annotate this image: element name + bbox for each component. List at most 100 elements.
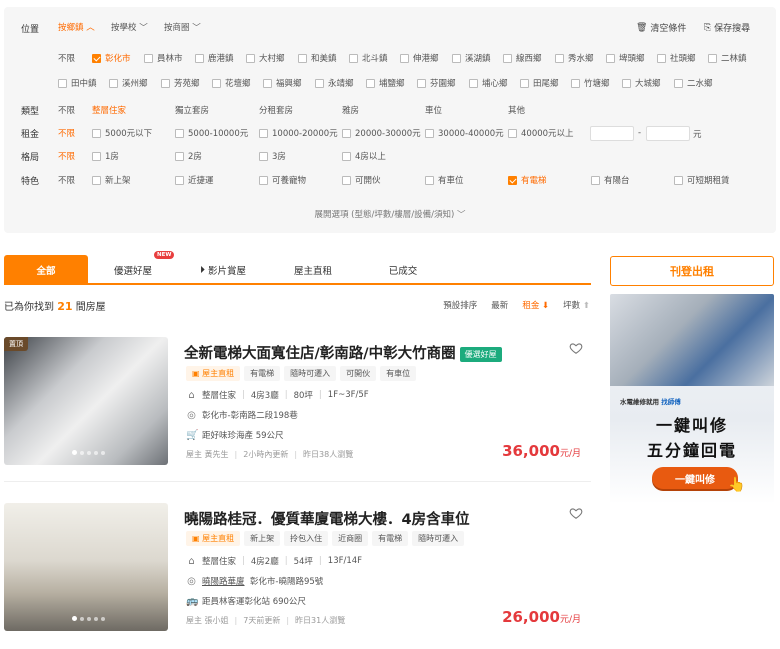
mode-by-township[interactable]: 按鄉鎮 ︿ [58, 21, 95, 33]
checkbox[interactable] [366, 78, 375, 88]
loc-row1-option[interactable]: 不限 [58, 52, 75, 64]
loc-row2-option[interactable]: 福興鄉 [263, 77, 302, 89]
checkbox[interactable] [342, 175, 351, 185]
loc-row1-option[interactable]: 社頭鄉 [657, 52, 696, 64]
loc-row1-option[interactable]: 秀水鄉 [555, 52, 594, 64]
checkbox[interactable] [161, 78, 170, 88]
layout-row-option[interactable]: 2房 [175, 150, 202, 162]
loc-row1-option[interactable]: 和美鎮 [298, 52, 337, 64]
checkbox[interactable] [452, 53, 461, 63]
max-price-input[interactable] [646, 126, 690, 141]
tab-owner-direct[interactable]: 屋主直租 [268, 255, 358, 285]
checkbox[interactable] [349, 53, 358, 63]
loc-row1-option[interactable]: 員林市 [144, 52, 183, 64]
type-row-option[interactable]: 獨立套房 [175, 104, 209, 116]
checkbox[interactable] [571, 78, 580, 88]
feat-row-option[interactable]: 可開伙 [342, 174, 381, 186]
feat-row-option[interactable]: 近捷運 [175, 174, 214, 186]
feat-row-option[interactable]: 有陽台 [591, 174, 630, 186]
clear-filters-button[interactable]: 🗑 清空條件 [636, 21, 686, 35]
loc-row2-option[interactable]: 埔心鄉 [469, 77, 508, 89]
loc-row1-option[interactable]: 鹿港鎮 [195, 52, 234, 64]
min-price-input[interactable] [590, 126, 634, 141]
checkbox[interactable] [503, 53, 512, 63]
rent-row-option[interactable]: 30000-40000元 [425, 127, 504, 139]
checkbox[interactable] [195, 53, 204, 63]
loc-row2-option[interactable]: 芳苑鄉 [161, 77, 200, 89]
type-row-option[interactable]: 其他 [508, 104, 525, 116]
listing-photo[interactable] [4, 503, 168, 631]
checkbox[interactable] [622, 78, 631, 88]
expand-options-button[interactable]: 展開選項 (型態/坪數/樓層/設備/須知) ﹀ [4, 208, 776, 220]
tab-closed[interactable]: 已成交 [358, 255, 448, 285]
checkbox[interactable] [259, 175, 268, 185]
heart-icon[interactable] [569, 341, 583, 355]
sort-default[interactable]: 預設排序 [443, 299, 477, 311]
feat-row-option[interactable]: 新上架 [92, 174, 131, 186]
checkbox[interactable] [315, 78, 324, 88]
listing-title[interactable]: 曉陽路桂冠．優質華廈電梯大樓．4房含車位 [184, 508, 470, 529]
loc-row2-option[interactable]: 埔鹽鄉 [366, 77, 405, 89]
sort-rent[interactable]: 租金 ⬇ [522, 299, 549, 311]
checkbox[interactable] [469, 78, 478, 88]
type-row-option[interactable]: 車位 [425, 104, 442, 116]
checkbox[interactable] [606, 53, 615, 63]
layout-row-option[interactable]: 不限 [58, 150, 75, 162]
checkbox[interactable] [109, 78, 118, 88]
community-link[interactable]: 曉陽路華廈 [202, 575, 245, 587]
feat-row-option[interactable]: 可短期租賃 [674, 174, 730, 186]
checkbox[interactable] [92, 175, 101, 185]
tab-video[interactable]: ⏵ 影片賞屋 [178, 255, 268, 285]
layout-row-option[interactable]: 4房以上 [342, 150, 386, 162]
checkbox[interactable] [175, 175, 184, 185]
checkbox[interactable] [555, 53, 564, 63]
listing-title[interactable]: 全新電梯大面寬住店/彰南路/中彰大竹商圈 優選好屋 [184, 342, 502, 363]
checkbox[interactable] [259, 151, 268, 161]
loc-row2-option[interactable]: 永靖鄉 [315, 77, 354, 89]
checkbox[interactable] [92, 151, 101, 161]
loc-row2-option[interactable]: 田中鎮 [58, 77, 97, 89]
rent-row-option[interactable]: 5000-10000元 [175, 127, 248, 139]
checkbox[interactable] [259, 128, 268, 138]
mode-by-district[interactable]: 按商圈 ﹀ [164, 21, 201, 33]
loc-row2-option[interactable]: 田尾鄉 [520, 77, 559, 89]
layout-row-option[interactable]: 3房 [259, 150, 286, 162]
ad-cta-button[interactable]: 一鍵叫修 [652, 467, 738, 489]
feat-row-option[interactable]: 有車位 [425, 174, 464, 186]
checkbox[interactable] [263, 78, 272, 88]
loc-row2-option[interactable]: 二水鄉 [674, 77, 713, 89]
mode-by-school[interactable]: 按學校 ﹀ [111, 21, 148, 33]
checkbox[interactable] [212, 78, 221, 88]
checkbox[interactable] [674, 78, 683, 88]
checkbox[interactable] [508, 175, 517, 185]
rent-row-option[interactable]: 40000元以上 [508, 127, 574, 139]
loc-row2-option[interactable]: 竹塘鄉 [571, 77, 610, 89]
feat-row-option[interactable]: 不限 [58, 174, 75, 186]
layout-row-option[interactable]: 1房 [92, 150, 119, 162]
feat-row-option[interactable]: 有電梯 [508, 174, 547, 186]
tab-all[interactable]: 全部 [4, 255, 88, 285]
rent-row-option[interactable]: 5000元以下 [92, 127, 152, 139]
rent-row-option[interactable]: 20000-30000元 [342, 127, 421, 139]
checkbox[interactable] [591, 175, 600, 185]
loc-row1-option[interactable]: 大村鄉 [246, 52, 285, 64]
post-rental-button[interactable]: 刊登出租 [610, 256, 774, 286]
loc-row1-option[interactable]: 溪湖鎮 [452, 52, 491, 64]
checkbox[interactable] [175, 151, 184, 161]
loc-row2-option[interactable]: 芬園鄉 [417, 77, 456, 89]
save-search-button[interactable]: ⎘ 保存搜尋 [704, 21, 750, 35]
checkbox[interactable] [92, 128, 101, 138]
loc-row2-option[interactable]: 溪州鄉 [109, 77, 148, 89]
type-row-option[interactable]: 雅房 [342, 104, 359, 116]
loc-row1-option[interactable]: 北斗鎮 [349, 52, 388, 64]
checkbox[interactable] [342, 128, 351, 138]
type-row-option[interactable]: 整層住家 [92, 104, 126, 116]
loc-row2-option[interactable]: 花壇鄉 [212, 77, 251, 89]
checkbox[interactable] [246, 53, 255, 63]
checkbox[interactable] [400, 53, 409, 63]
sort-newest[interactable]: 最新 [491, 299, 508, 311]
checkbox[interactable] [657, 53, 666, 63]
checkbox[interactable] [520, 78, 529, 88]
loc-row1-option[interactable]: 伸港鄉 [400, 52, 439, 64]
loc-row1-option[interactable]: 彰化市 [92, 52, 131, 64]
